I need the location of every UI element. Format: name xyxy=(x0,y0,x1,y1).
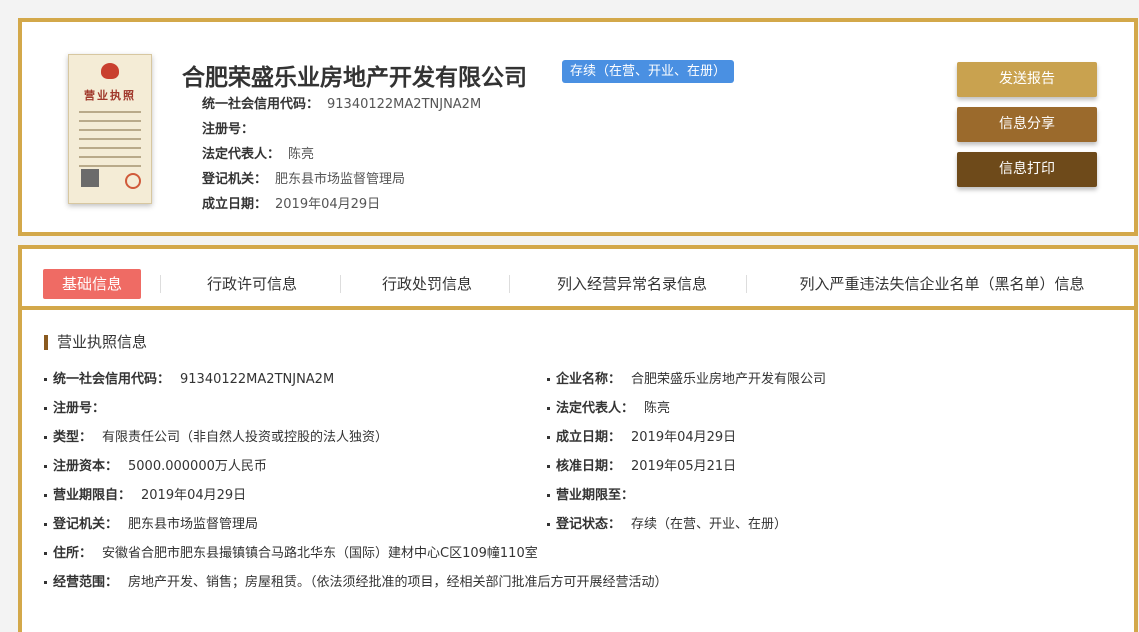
header-row-established: 成立日期： 2019年04月29日 xyxy=(202,197,381,212)
share-info-button[interactable]: 信息分享 xyxy=(957,107,1097,142)
business-license-image[interactable]: 营业执照 xyxy=(68,54,152,204)
field-established: 成立日期： 2019年04月29日 xyxy=(547,428,736,448)
tab-abnormal-list[interactable]: 列入经营异常名录信息 xyxy=(532,269,732,299)
field-term-from: 营业期限自： 2019年04月29日 xyxy=(44,486,246,506)
detail-card: 基础信息 行政许可信息 行政处罚信息 列入经营异常名录信息 列入严重违法失信企业… xyxy=(18,245,1138,632)
field-reg-no: 注册号： xyxy=(44,399,115,419)
field-reg-status: 登记状态： 存续（在营、开业、在册） xyxy=(547,515,787,535)
field-scope: 经营范围： 房地产开发、销售；房屋租赁。（依法须经批准的项目，经相关部门批准后方可… xyxy=(44,573,668,593)
seal-icon xyxy=(125,173,141,189)
tab-separator xyxy=(340,275,341,293)
field-type: 类型： 有限责任公司（非自然人投资或控股的法人独资） xyxy=(44,428,388,448)
field-term-to: 营业期限至： xyxy=(547,486,644,506)
qr-code-icon xyxy=(81,169,99,187)
print-info-button[interactable]: 信息打印 xyxy=(957,152,1097,187)
field-address: 住所： 安徽省合肥市肥东县撮镇镇合马路北华东（国际）建材中心C区109幢110室 xyxy=(44,544,538,564)
license-text-lines xyxy=(79,111,141,174)
field-approved: 核准日期： 2019年05月21日 xyxy=(547,457,736,477)
tab-separator xyxy=(160,275,161,293)
send-report-button[interactable]: 发送报告 xyxy=(957,62,1097,97)
tab-separator xyxy=(746,275,747,293)
field-company-name: 企业名称： 合肥荣盛乐业房地产开发有限公司 xyxy=(547,370,826,390)
tab-basic-info[interactable]: 基础信息 xyxy=(43,269,141,299)
tab-admin-license[interactable]: 行政许可信息 xyxy=(182,269,322,299)
status-badge: 存续（在营、开业、在册） xyxy=(562,60,735,83)
company-name: 合肥荣盛乐业房地产开发有限公司 xyxy=(182,65,527,91)
field-capital: 注册资本： 5000.000000万人民币 xyxy=(44,457,267,477)
header-info-rows: 统一社会信用代码： 91340122MA2TNJNA2M 注册号： 法定代表人：陈… xyxy=(202,92,481,217)
header-row-reg-no: 注册号： xyxy=(202,122,255,137)
national-emblem-icon xyxy=(101,63,119,79)
field-legal-rep: 法定代表人： 陈亮 xyxy=(547,399,670,419)
tab-blacklist[interactable]: 列入严重违法失信企业名单（黑名单）信息 xyxy=(782,269,1102,299)
tab-bar: 基础信息 行政许可信息 行政处罚信息 列入经营异常名录信息 列入严重违法失信企业… xyxy=(22,249,1134,310)
section-title: 营业执照信息 xyxy=(44,335,147,350)
tab-admin-penalty[interactable]: 行政处罚信息 xyxy=(357,269,497,299)
header-row-credit-code: 统一社会信用代码： 91340122MA2TNJNA2M xyxy=(202,97,482,112)
field-authority: 登记机关： 肥东县市场监督管理局 xyxy=(44,515,258,535)
header-row-legal-rep: 法定代表人： 陈亮 xyxy=(202,147,315,162)
company-header-card: 营业执照 合肥荣盛乐业房地产开发有限公司 存续（在营、开业、在册） 统一社会信用… xyxy=(18,18,1138,236)
license-image-title: 营业执照 xyxy=(84,89,136,102)
header-row-authority: 登记机关： 肥东县市场监督管理局 xyxy=(202,172,406,187)
tab-separator xyxy=(509,275,510,293)
field-credit-code: 统一社会信用代码： 91340122MA2TNJNA2M xyxy=(44,370,334,390)
